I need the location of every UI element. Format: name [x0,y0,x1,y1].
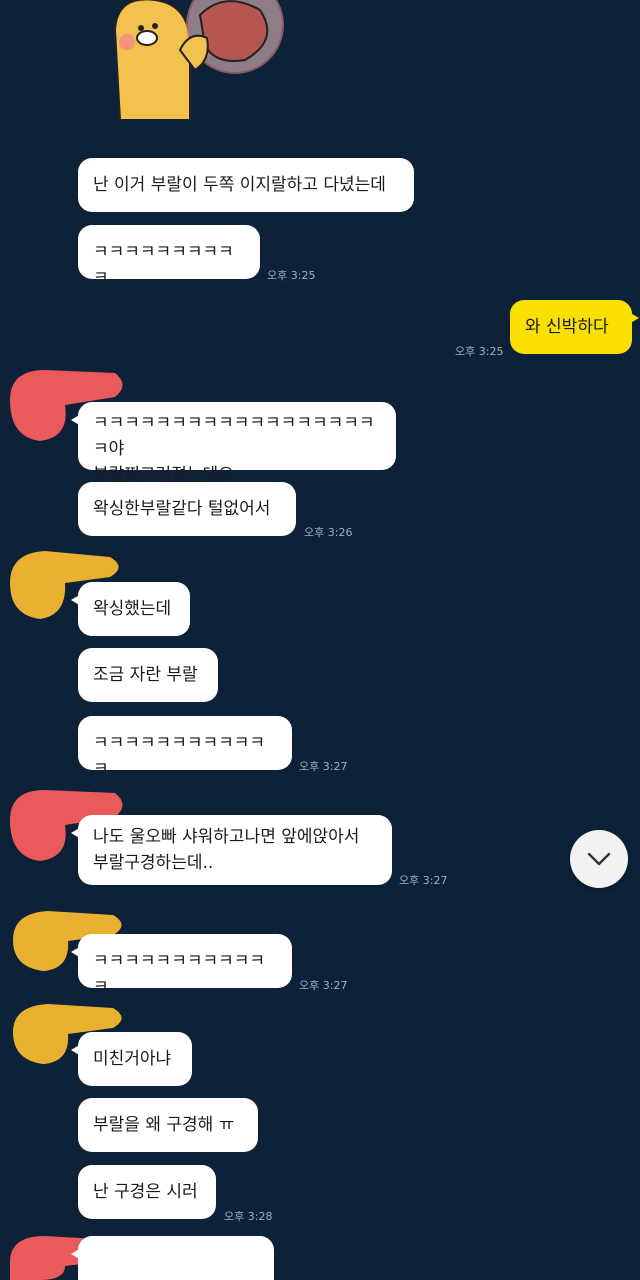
message-timestamp: 오후 3:25 [267,269,316,282]
lion-sticker-image [113,0,284,120]
my-message-bubble[interactable]: 와 신박하다 [510,300,639,354]
message-timestamp: 오후 3:25 [455,345,504,358]
message-bubble[interactable]: ㅋㅋㅋㅋㅋㅋㅋㅋㅋㅋ [78,225,260,288]
message-bubble[interactable]: 왁싱한부랄같다 털없어서 [78,482,296,536]
message-timestamp: 오후 3:27 [399,874,448,887]
message-timestamp: 오후 3:27 [299,760,348,773]
message-bubble[interactable]: 나도 울오빠 샤워하고나면 앞에앉아서 부랄구경하는데.. [71,815,392,885]
message-timestamp: 오후 3:26 [304,526,353,539]
message-bubble[interactable]: 왁싱했는데 [71,582,190,636]
message-timestamp: 오후 3:27 [299,979,348,992]
message-bubble[interactable]: ㅋㅋㅋㅋㅋㅋㅋㅋㅋㅋㅋㅋ [71,934,292,997]
message-bubble[interactable]: 난 이거 부랄이 두쪽 이지랄하고 다녔는데 [78,158,414,212]
chevron-down-icon [587,852,611,866]
message-bubble[interactable]: ㅋㅋㅋㅋㅋㅋㅋㅋㅋㅋㅋㅋ [78,716,292,779]
chat-message-list[interactable]: 난 이거 부랄이 두쪽 이지랄하고 다녔는데 ㅋㅋㅋㅋㅋㅋㅋㅋㅋㅋ 오후 3:2… [0,0,640,1280]
message-timestamp: 오후 3:28 [224,1210,273,1223]
message-bubble[interactable]: ㅋㅋㅋㅋㅋㅋㅋㅋㅋㅋㅋㅋㅋㅋㅋㅋㅋㅋㅋ야 부랄찌그러졌는데요 [71,402,396,485]
message-bubble[interactable]: 난 구경은 시러 [78,1165,216,1219]
message-bubble[interactable]: 조금 자란 부랄 [78,648,218,702]
message-bubble-partial[interactable] [71,1236,274,1280]
scroll-to-bottom-button[interactable] [570,830,628,888]
message-bubble[interactable]: 부랄을 왜 구경해 ㅠ [78,1098,258,1152]
message-bubble[interactable]: 미친거아냐 [71,1032,192,1086]
